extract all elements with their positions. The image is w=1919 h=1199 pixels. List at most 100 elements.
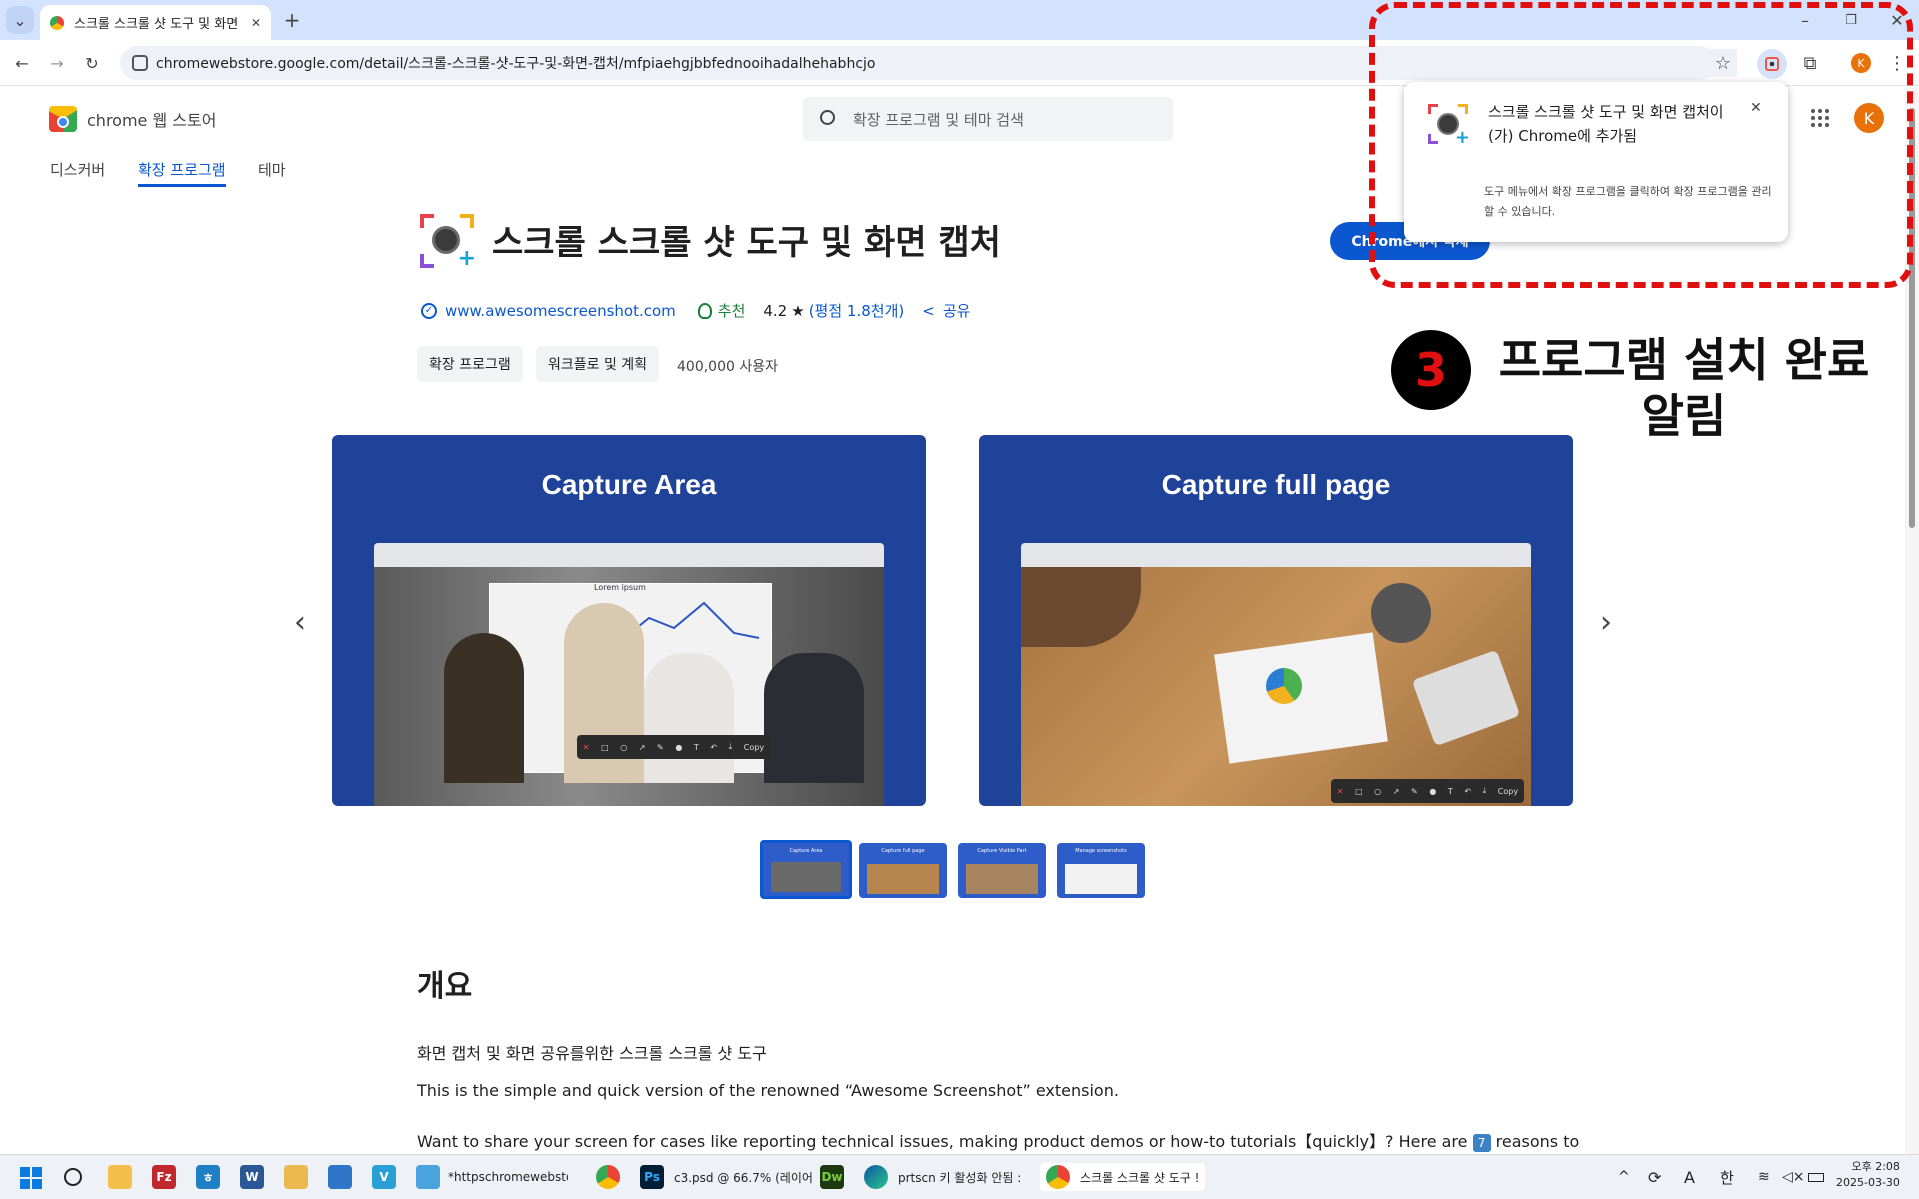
category-chip[interactable]: 확장 프로그램 [417,346,523,382]
photoshop-icon: Ps [640,1165,664,1189]
search-placeholder: 확장 프로그램 및 테마 검색 [853,110,1024,129]
arrow-right-icon: → [50,53,64,73]
rating-value: 4.2 [763,301,788,320]
lorem-label: Lorem ipsum [594,583,646,592]
taskbar-notepad-item[interactable]: *httpschromewebstore.g [416,1163,568,1191]
annotation-number: 3 [1414,343,1447,397]
keycap-number-badge: 7 [1472,1134,1491,1152]
extension-logo-icon: + [420,214,476,270]
start-button[interactable] [20,1167,42,1189]
chrome-icon [596,1165,620,1189]
screenshot-slide-1[interactable]: Capture Area Lorem ipsum ✕ □ ○ ↗ ✎ ● T ↶ ⤓ Copy [332,435,926,806]
capture-toolbar: ✕ □ ○ ↗ ✎ ● T ↶ ⤓ Copy [577,735,770,759]
new-tab-button[interactable]: + [278,6,306,34]
annotation-number-badge: 3 [1391,330,1471,410]
app-mascot-icon[interactable] [284,1163,308,1191]
taskbar-photoshop-item[interactable]: Ps c3.psd @ 66.7% (레이어 [640,1163,813,1191]
notepad-icon [416,1165,440,1189]
tab-close-icon[interactable]: ✕ [251,16,261,30]
thumbnail-4[interactable]: Manage screenshots [1057,843,1145,898]
word-icon[interactable]: W [240,1163,264,1191]
workflow-chip[interactable]: 워크플로 및 계획 [536,346,660,382]
overview-heading: 개요 [417,969,473,1004]
clock[interactable]: 오후 2:08 2025-03-30 [1836,1159,1900,1195]
overview-line-1: 화면 캡처 및 화면 공유를위한 스크롤 스크롤 샷 도구 [417,1044,767,1063]
thumbnail-caption: Capture full page [881,848,925,854]
chevron-down-icon: ⌄ [13,10,27,30]
clock-time: 오후 2:08 [1851,1160,1900,1173]
forward-button[interactable]: → [43,49,71,77]
slide-screen-mockup: Lorem ipsum ✕ □ ○ ↗ ✎ ● T ↶ ⤓ Copy [374,543,884,806]
taskbar-search-icon[interactable] [64,1163,82,1191]
edge-icon [864,1165,888,1189]
thumbnail-caption: Manage screenshots [1075,848,1127,854]
nav-discover[interactable]: 디스커버 [50,159,105,180]
taskbar-chrome-active-item[interactable]: 스크롤 스크롤 샷 도구 ! [1040,1163,1206,1191]
thumbnail-3[interactable]: Capture Visible Part [958,843,1046,898]
volume-muted-icon[interactable]: ◁× [1782,1163,1805,1191]
network-app-icon[interactable] [328,1163,352,1191]
store-search-input[interactable]: 확장 프로그램 및 테마 검색 [803,97,1173,141]
reload-icon: ↻ [85,53,99,73]
taskbar-item-label: c3.psd @ 66.7% (레이어 [674,1170,813,1185]
taskbar-item-label: *httpschromewebstore.g [448,1170,568,1184]
thumbnail-caption: Capture Visible Part [977,848,1027,854]
thumbnail-1[interactable]: Capture Area [760,840,852,899]
taskbar-item-label: prtscn 키 활성화 안됨 : [898,1170,1022,1185]
chrome-icon [1046,1165,1070,1189]
annotation-dashed-box [1369,2,1913,288]
slide-screen-mockup: ✕ □ ○ ↗ ✎ ● T ↶ ⤓ Copy [1021,543,1531,806]
share-link[interactable]: 공유 [943,300,971,321]
wifi-icon[interactable]: ≋ [1758,1163,1770,1191]
tab-active[interactable]: 스크롤 스크롤 샷 도구 및 화면 ✕ [40,5,271,40]
nav-themes[interactable]: 테마 [258,159,286,180]
sync-icon[interactable]: ⟳ [1648,1163,1661,1191]
share-icon: < [922,301,935,320]
taskbar-edge-item[interactable]: prtscn 키 활성화 안됨 : [864,1163,1021,1191]
overview-line-3: Want to share your screen for cases like… [417,1128,1579,1152]
webstore-logo-icon [49,106,77,132]
taskbar-dreamweaver-item[interactable]: Dw [820,1163,844,1191]
nav-extensions[interactable]: 확장 프로그램 [138,159,226,187]
slide-caption: Capture full page [1161,469,1391,500]
slide-caption: Capture Area [541,469,717,500]
windows-taskbar: Fz ㅎ W V *httpschromewebstore.g Ps c3.psd… [0,1154,1919,1199]
ime-mode-icon[interactable]: A [1684,1163,1695,1191]
featured-badge-icon [697,302,712,319]
webstore-logo-text: chrome 웹 스토어 [87,111,217,130]
verified-badge-icon: ✓ [421,302,437,319]
copy-label: Copy [1497,786,1519,796]
dreamweaver-icon: Dw [820,1165,844,1189]
clock-date: 2025-03-30 [1836,1176,1900,1189]
ime-korean-indicator[interactable]: 한 [1720,1163,1734,1191]
tray-overflow-icon[interactable]: ^ [1618,1163,1630,1191]
overview-line-3-text: Want to share your screen for cases like… [417,1132,1473,1151]
battery-icon[interactable] [1808,1163,1824,1191]
extension-title: 스크롤 스크롤 샷 도구 및 화면 캡처 [492,223,1001,263]
carousel-next-button[interactable]: › [1592,605,1620,640]
thumbnail-caption: Capture Area [789,848,823,854]
file-explorer-icon[interactable] [108,1163,132,1191]
overview-line-3-tail: reasons to [1490,1132,1580,1151]
website-link[interactable]: www.awesomescreenshot.com [445,302,676,320]
reviews-link[interactable]: (평점 1.8천개) [809,300,905,321]
hangul-app-icon[interactable]: ㅎ [196,1163,220,1191]
copy-label: Copy [743,742,765,752]
back-button[interactable]: ← [8,49,36,77]
chrome-webstore-favicon-icon [50,15,64,30]
mock-line-chart [624,601,760,639]
thumbnail-2[interactable]: Capture full page [859,843,947,898]
tab-search-button[interactable]: ⌄ [6,6,34,34]
taskbar-chrome-item[interactable] [596,1163,620,1191]
carousel-prev-button[interactable]: ‹ [286,605,314,640]
vscode-like-icon[interactable]: V [372,1163,396,1191]
reload-button[interactable]: ↻ [78,49,106,77]
featured-label: 추천 [717,302,746,320]
filezilla-icon[interactable]: Fz [152,1163,176,1191]
webstore-logo[interactable]: chrome 웹 스토어 [49,106,216,132]
site-info-icon[interactable] [132,55,148,71]
extension-meta: ✓ www.awesomescreenshot.com 추천 4.2 ★ (평점… [421,300,970,321]
user-count: 400,000 사용자 [677,359,778,375]
screenshot-slide-2[interactable]: Capture full page ✕ □ ○ ↗ ✎ ● T ↶ ⤓ Copy [979,435,1573,806]
reviews-count: 평점 1.8천개 [814,302,899,320]
